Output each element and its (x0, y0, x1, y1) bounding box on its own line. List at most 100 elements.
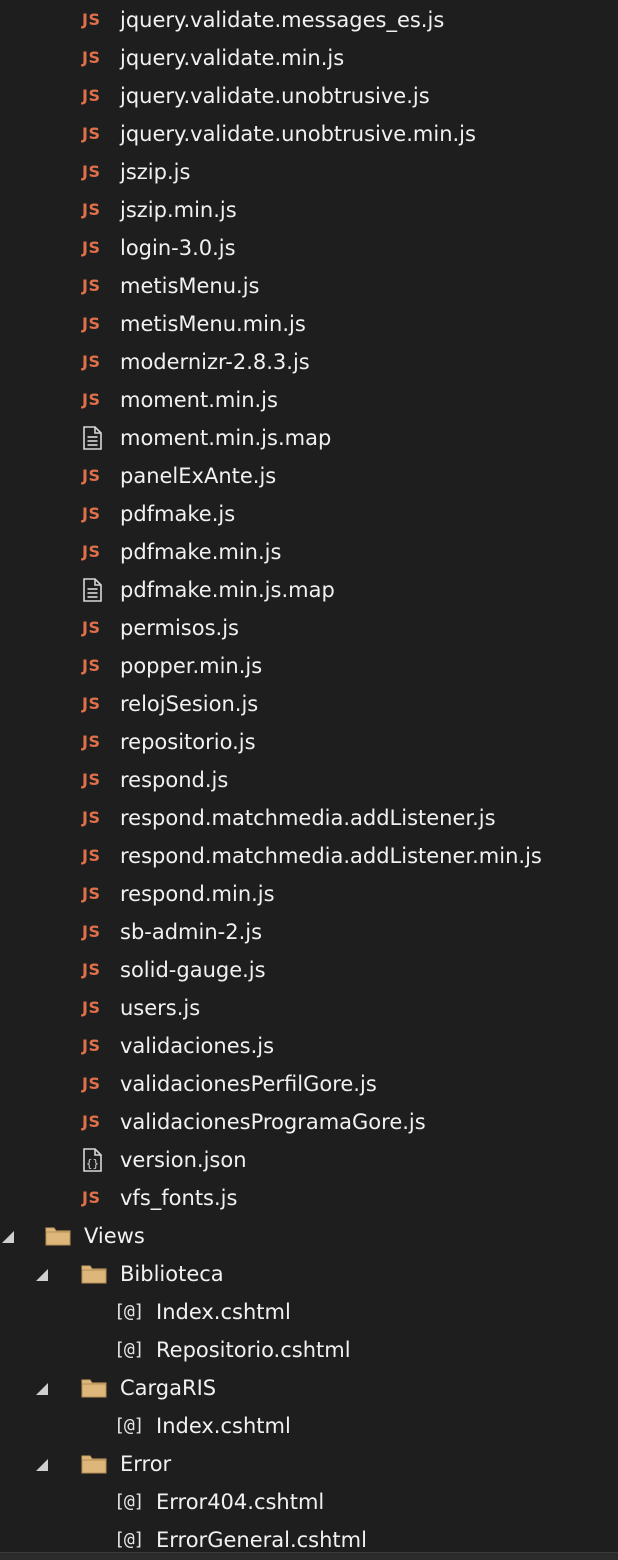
tree-file-row[interactable]: JS validacionesPerfilGore.js (0, 1065, 618, 1103)
tree-item-label: solid-gauge.js (120, 958, 266, 982)
expand-collapse-icon[interactable] (36, 1269, 48, 1281)
tree-file-row[interactable]: JS metisMenu.js (0, 267, 618, 305)
horizontal-scrollbar[interactable] (0, 1552, 618, 1560)
tree-item-label: Error (120, 1452, 172, 1476)
tree-item-label: jquery.validate.min.js (120, 46, 345, 70)
tree-file-row[interactable]: JS popper.min.js (0, 647, 618, 685)
tree-item-label: Index.cshtml (156, 1300, 291, 1324)
js-file-icon: JS (82, 466, 101, 485)
tree-file-row[interactable]: JS permisos.js (0, 609, 618, 647)
tree-file-row[interactable]: JS respond.matchmedia.addListener.js (0, 799, 618, 837)
tree-folder-row[interactable]: Views (0, 1217, 618, 1255)
js-file-icon: JS (82, 1188, 101, 1207)
razor-file-icon: [@] (114, 1415, 145, 1436)
js-file-icon: JS (82, 276, 101, 295)
tree-file-row[interactable]: JS relojSesion.js (0, 685, 618, 723)
tree-item-label: jszip.min.js (120, 198, 237, 222)
tree-item-label: moment.min.js.map (120, 426, 332, 450)
tree-file-row[interactable]: JS validaciones.js (0, 1027, 618, 1065)
razor-file-icon: [@] (114, 1339, 145, 1360)
tree-item-label: Biblioteca (120, 1262, 224, 1286)
tree-item-label: pdfmake.min.js (120, 540, 282, 564)
tree-file-row[interactable]: JS respond.matchmedia.addListener.min.js (0, 837, 618, 875)
tree-item-label: jszip.js (120, 160, 191, 184)
tree-item-label: vfs_fonts.js (120, 1186, 238, 1210)
tree-file-row[interactable]: {} version.json (0, 1141, 618, 1179)
tree-file-row[interactable]: JS modernizr-2.8.3.js (0, 343, 618, 381)
js-file-icon: JS (82, 1112, 101, 1131)
tree-item-label: login-3.0.js (120, 236, 236, 260)
tree-file-row[interactable]: JS respond.min.js (0, 875, 618, 913)
tree-item-label: jquery.validate.unobtrusive.js (120, 84, 430, 108)
tree-file-row[interactable]: [@] Error404.cshtml (0, 1483, 618, 1521)
js-file-icon: JS (82, 200, 101, 219)
tree-item-label: jquery.validate.unobtrusive.min.js (120, 122, 476, 146)
tree-file-row[interactable]: JS pdfmake.js (0, 495, 618, 533)
folder-icon (80, 1262, 107, 1288)
tree-file-row[interactable]: JS sb-admin-2.js (0, 913, 618, 951)
tree-file-row[interactable]: JS pdfmake.min.js (0, 533, 618, 571)
expand-collapse-icon[interactable] (2, 1231, 14, 1243)
js-file-icon: JS (82, 694, 101, 713)
tree-file-row[interactable]: JS panelExAnte.js (0, 457, 618, 495)
tree-item-label: jquery.validate.messages_es.js (120, 8, 445, 32)
tree-item-label: respond.min.js (120, 882, 275, 906)
tree-folder-row[interactable]: Biblioteca (0, 1255, 618, 1293)
js-file-icon: JS (82, 770, 101, 789)
tree-file-row[interactable]: JS respond.js (0, 761, 618, 799)
js-file-icon: JS (82, 314, 101, 333)
folder-icon (80, 1452, 107, 1478)
tree-item-label: validacionesProgramaGore.js (120, 1110, 426, 1134)
tree-file-row[interactable]: JS moment.min.js (0, 381, 618, 419)
tree-item-label: metisMenu.min.js (120, 312, 306, 336)
tree-file-row[interactable]: JS jquery.validate.min.js (0, 39, 618, 77)
tree-file-row[interactable]: pdfmake.min.js.map (0, 571, 618, 609)
tree-file-row[interactable]: JS metisMenu.min.js (0, 305, 618, 343)
folder-icon (80, 1376, 107, 1402)
tree-file-row[interactable]: JS users.js (0, 989, 618, 1027)
js-file-icon: JS (82, 1036, 101, 1055)
tree-file-row[interactable]: JS validacionesProgramaGore.js (0, 1103, 618, 1141)
tree-file-row[interactable]: moment.min.js.map (0, 419, 618, 457)
tree-item-label: moment.min.js (120, 388, 278, 412)
js-file-icon: JS (82, 542, 101, 561)
tree-item-label: respond.js (120, 768, 229, 792)
tree-file-row[interactable]: JS jquery.validate.unobtrusive.js (0, 77, 618, 115)
tree-item-label: validaciones.js (120, 1034, 275, 1058)
js-file-icon: JS (82, 846, 101, 865)
tree-file-row[interactable]: JS jszip.min.js (0, 191, 618, 229)
tree-item-label: respond.matchmedia.addListener.min.js (120, 844, 542, 868)
tree-item-label: repositorio.js (120, 730, 256, 754)
tree-file-row[interactable]: [@] Index.cshtml (0, 1407, 618, 1445)
tree-file-row[interactable]: JS jquery.validate.unobtrusive.min.js (0, 115, 618, 153)
tree-file-row[interactable]: JS solid-gauge.js (0, 951, 618, 989)
tree-file-row[interactable]: JS repositorio.js (0, 723, 618, 761)
tree-item-label: pdfmake.js (120, 502, 236, 526)
js-file-icon: JS (82, 884, 101, 903)
tree-item-label: Views (84, 1224, 145, 1248)
folder-icon (44, 1224, 71, 1250)
js-file-icon: JS (82, 732, 101, 751)
js-file-icon: JS (82, 922, 101, 941)
js-file-icon: JS (82, 86, 101, 105)
svg-text:{}: {} (86, 1157, 99, 1170)
tree-item-label: validacionesPerfilGore.js (120, 1072, 377, 1096)
expand-collapse-icon[interactable] (36, 1459, 48, 1471)
js-file-icon: JS (82, 960, 101, 979)
js-file-icon: JS (82, 390, 101, 409)
tree-folder-row[interactable]: CargaRIS (0, 1369, 618, 1407)
tree-file-row[interactable]: [@] Repositorio.cshtml (0, 1331, 618, 1369)
js-file-icon: JS (82, 162, 101, 181)
tree-folder-row[interactable]: Error (0, 1445, 618, 1483)
tree-item-label: respond.matchmedia.addListener.js (120, 806, 496, 830)
tree-file-row[interactable]: JS jquery.validate.messages_es.js (0, 1, 618, 39)
js-file-icon: JS (82, 656, 101, 675)
expand-collapse-icon[interactable] (36, 1383, 48, 1395)
js-file-icon: JS (82, 1074, 101, 1093)
tree-file-row[interactable]: JS login-3.0.js (0, 229, 618, 267)
tree-file-row[interactable]: [@] Index.cshtml (0, 1293, 618, 1331)
tree-file-row[interactable]: JS vfs_fonts.js (0, 1179, 618, 1217)
tree-file-row[interactable]: JS jszip.js (0, 153, 618, 191)
js-file-icon: JS (82, 124, 101, 143)
tree-item-label: pdfmake.min.js.map (120, 578, 335, 602)
